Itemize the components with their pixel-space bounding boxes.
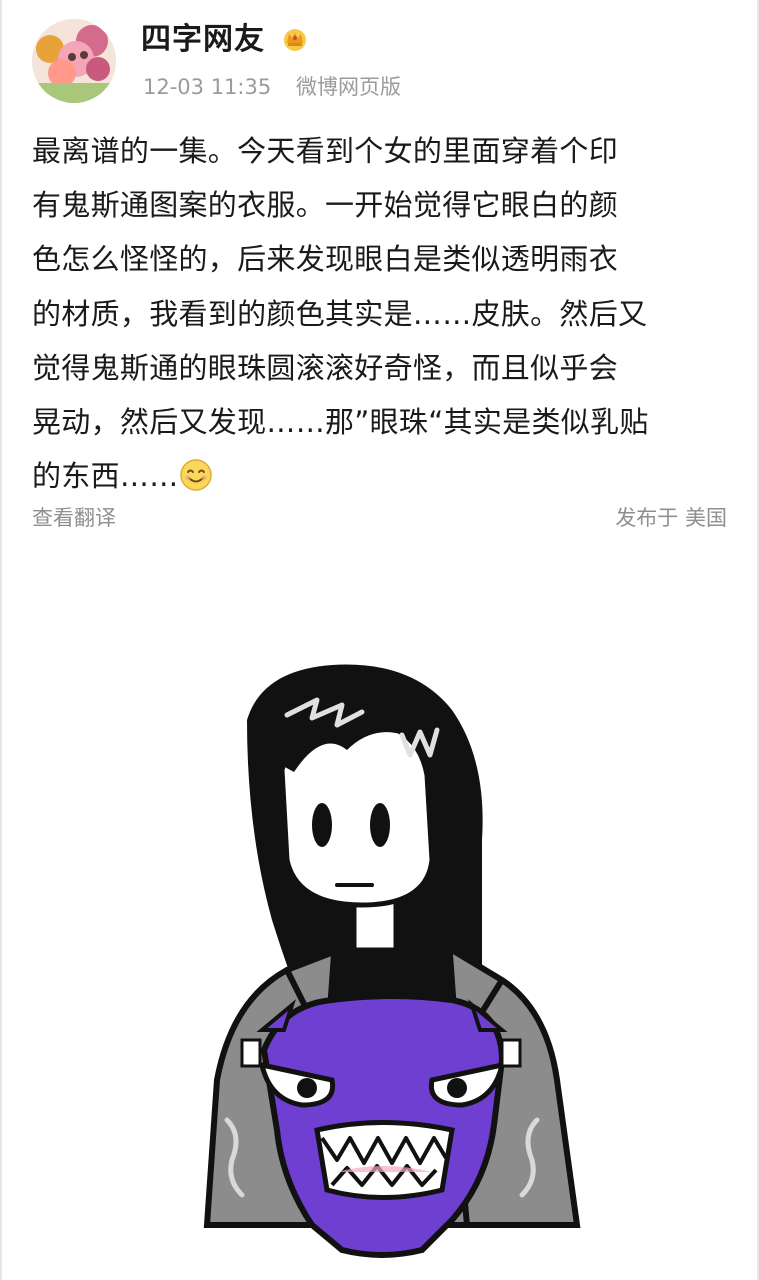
post-line: 晃动，然后又发现……那”眼珠“其实是类似乳贴 bbox=[32, 405, 649, 440]
post-source: 微博网页版 bbox=[296, 75, 401, 99]
post-timestamp: 12-03 11:35 bbox=[143, 75, 272, 99]
username[interactable]: 四字网友 bbox=[141, 18, 265, 62]
post-line: 的东西…… bbox=[32, 459, 179, 494]
post-line: 觉得鬼斯通的眼珠圆滚滚好奇怪，而且似乎会 bbox=[32, 350, 619, 385]
post-line: 的材质，我看到的颜色其实是……皮肤。然后又 bbox=[32, 296, 648, 331]
post-line-last: 的东西…… bbox=[32, 449, 732, 503]
cartoon-illustration bbox=[203, 664, 581, 1258]
smile-emoji-icon bbox=[179, 455, 213, 491]
view-translation-link[interactable]: 查看翻译 bbox=[32, 503, 116, 533]
post-image[interactable] bbox=[32, 560, 732, 1280]
crown-icon bbox=[280, 26, 310, 52]
post-line: 有鬼斯通图案的衣服。一开始觉得它眼白的颜 bbox=[32, 188, 619, 223]
post-line: 最离谱的一集。今天看到个女的里面穿着个印 bbox=[32, 134, 619, 168]
post-location: 发布于 美国 bbox=[615, 506, 727, 530]
post-line: 色怎么怪怪的，后来发现眼白是类似透明雨衣 bbox=[32, 242, 619, 277]
user-avatar[interactable] bbox=[32, 19, 116, 103]
avatar-image bbox=[32, 19, 116, 103]
weibo-post-page: 四字网友 12-03 11:35 微博网页版 最离谱的一集。今天看到个女的里面穿… bbox=[0, 0, 759, 1280]
post-text: 最离谱的一集。今天看到个女的里面穿着个印 有鬼斯通图案的衣服。一开始觉得它眼白的… bbox=[32, 124, 732, 503]
